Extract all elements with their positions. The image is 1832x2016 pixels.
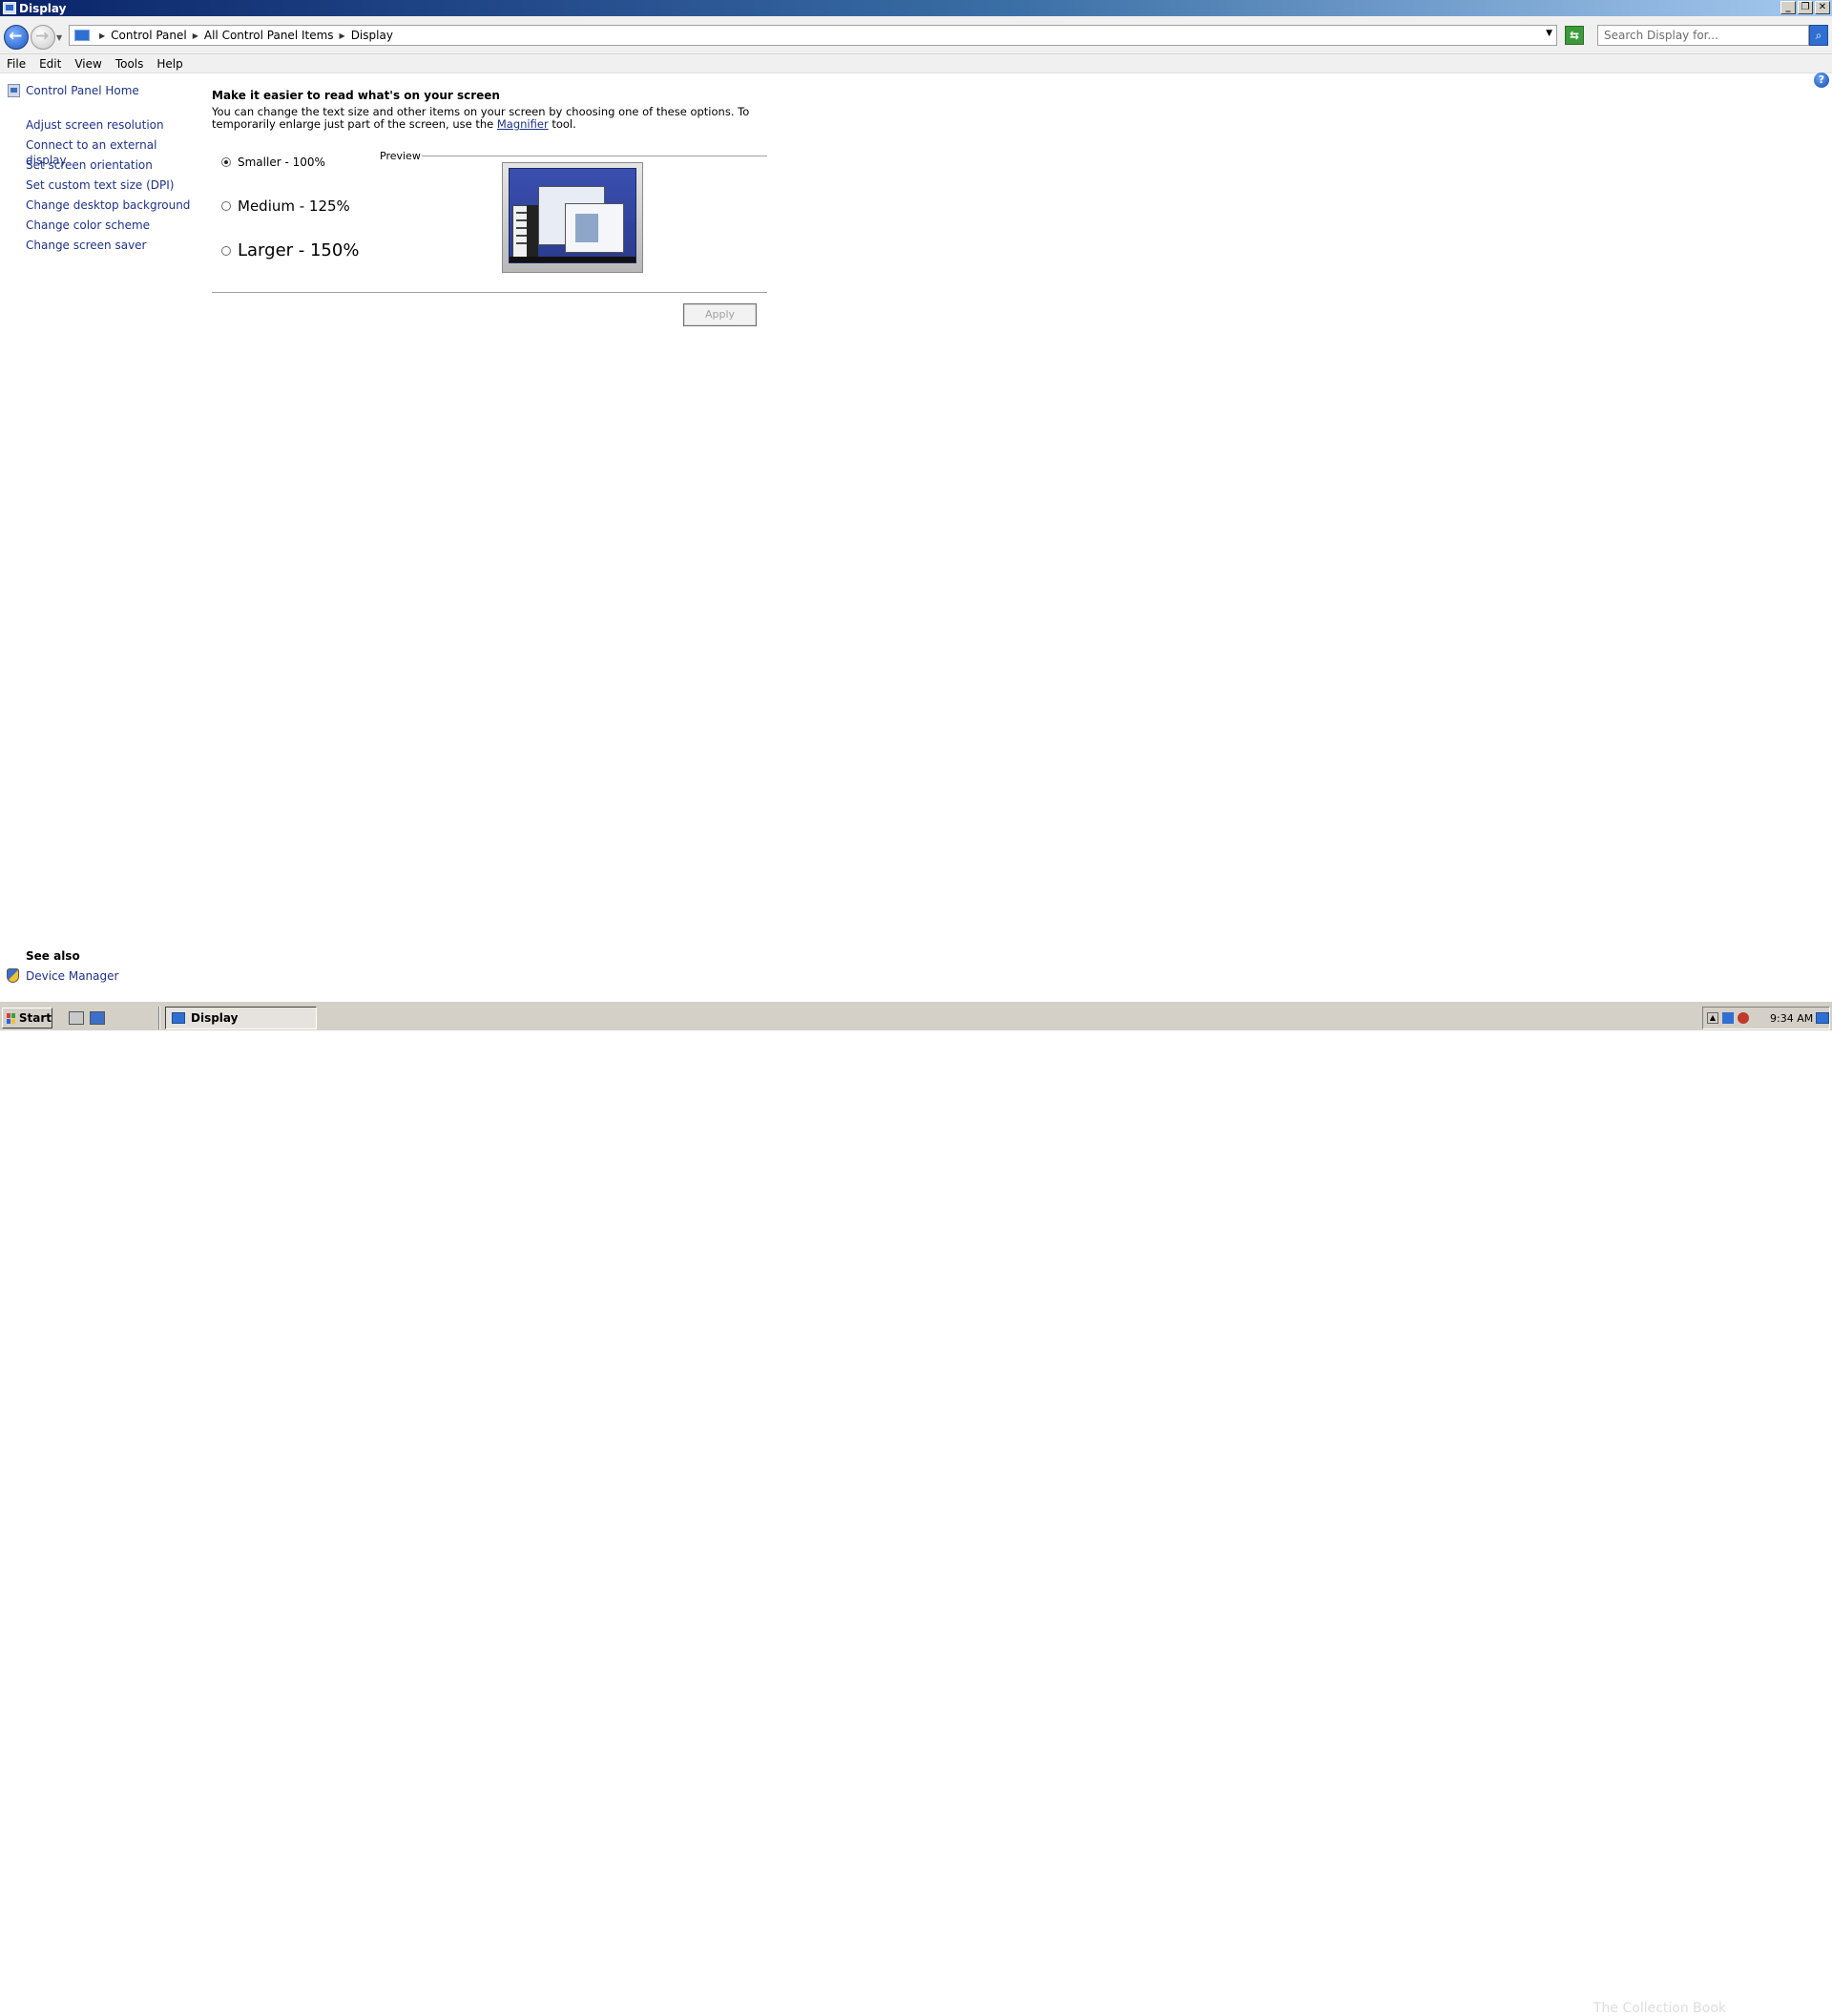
- breadcrumb-control-panel[interactable]: Control Panel: [111, 29, 187, 42]
- page-description: You can change the text size and other i…: [212, 106, 765, 131]
- option-smaller-label[interactable]: Smaller - 100%: [238, 156, 325, 169]
- control-panel-icon: [74, 30, 90, 41]
- menu-edit[interactable]: Edit: [32, 57, 68, 71]
- start-label: Start: [18, 1011, 52, 1025]
- task-adjust-resolution[interactable]: Adjust screen resolution: [26, 117, 200, 137]
- radio-larger[interactable]: [221, 245, 231, 256]
- windows-logo-icon: [7, 1012, 15, 1024]
- task-change-screen-saver[interactable]: Change screen saver: [26, 238, 200, 258]
- radio-medium[interactable]: [221, 201, 231, 211]
- display-app-icon: [172, 1012, 185, 1024]
- preview-window-pane: [575, 214, 598, 242]
- option-smaller[interactable]: Smaller - 100%: [221, 156, 325, 169]
- window-title-bar[interactable]: Display _ ❐ ✕: [0, 0, 1832, 16]
- page-title: Make it easier to read what's on your sc…: [212, 89, 500, 102]
- minimize-button[interactable]: _: [1780, 1, 1796, 14]
- address-bar[interactable]: ▶ Control Panel ▶ All Control Panel Item…: [69, 25, 1557, 46]
- menu-tools[interactable]: Tools: [109, 57, 151, 71]
- search-input[interactable]: Search Display for...: [1597, 25, 1809, 46]
- preview-taskbar: [510, 257, 635, 262]
- magnifier-link[interactable]: Magnifier: [497, 117, 549, 131]
- taskbar-button-display[interactable]: Display: [165, 1007, 317, 1029]
- taskbar: Start Display The Collection Book ▲ 9:34…: [0, 1001, 1832, 2016]
- option-medium-label[interactable]: Medium - 125%: [238, 197, 350, 215]
- preview-window: [565, 203, 624, 253]
- chevron-right-icon[interactable]: ▶: [193, 31, 198, 40]
- menu-file[interactable]: File: [0, 57, 32, 71]
- apply-button[interactable]: Apply: [683, 303, 757, 326]
- control-panel-icon: [8, 84, 20, 97]
- breadcrumb-display[interactable]: Display: [351, 29, 393, 42]
- control-panel-home-label[interactable]: Control Panel Home: [26, 84, 139, 97]
- chevron-right-icon[interactable]: ▶: [99, 31, 105, 40]
- task-change-background[interactable]: Change desktop background: [26, 197, 200, 218]
- device-manager-link[interactable]: Device Manager: [7, 968, 118, 983]
- back-arrow-icon[interactable]: [4, 25, 29, 50]
- radio-smaller[interactable]: [221, 157, 231, 167]
- recent-pages-chevron-icon[interactable]: ▼: [56, 33, 62, 42]
- option-medium[interactable]: Medium - 125%: [221, 197, 350, 215]
- volume-icon[interactable]: [1738, 1012, 1749, 1024]
- restore-button[interactable]: ❐: [1798, 1, 1813, 14]
- network-icon[interactable]: [1722, 1012, 1734, 1024]
- task-connect-external-display[interactable]: Connect to an external display: [26, 137, 200, 167]
- device-manager-label[interactable]: Device Manager: [26, 969, 118, 983]
- chevron-right-icon[interactable]: ▶: [340, 31, 345, 40]
- control-panel-home-link[interactable]: Control Panel Home: [8, 84, 139, 97]
- preview-image: [502, 162, 643, 273]
- task-set-orientation[interactable]: Set screen orientation: [26, 157, 200, 177]
- task-custom-text-size[interactable]: Set custom text size (DPI): [26, 177, 200, 197]
- powershell-icon[interactable]: [90, 1011, 105, 1025]
- breadcrumb-all-items[interactable]: All Control Panel Items: [204, 29, 334, 42]
- start-button[interactable]: Start: [2, 1008, 52, 1029]
- menu-bar: File Edit View Tools Help: [0, 54, 1832, 73]
- search-icon[interactable]: ⌕: [1809, 25, 1828, 46]
- window-controls: _ ❐ ✕: [1780, 1, 1830, 14]
- taskbar-separator: [158, 1007, 160, 1029]
- watermark-text: The Collection Book: [1593, 2001, 1727, 2016]
- refresh-icon[interactable]: ⇆: [1565, 26, 1584, 45]
- option-larger-label[interactable]: Larger - 150%: [238, 240, 359, 260]
- see-also-heading: See also: [26, 949, 80, 963]
- tasks-pane: Control Panel Home Adjust screen resolut…: [0, 73, 200, 1001]
- shield-icon: [7, 968, 19, 983]
- display-app-icon: [3, 2, 16, 14]
- show-hidden-icons-icon[interactable]: ▲: [1707, 1012, 1718, 1024]
- task-list: Adjust screen resolution Connect to an e…: [26, 117, 200, 258]
- clock[interactable]: 9:34 AM: [1770, 1012, 1813, 1025]
- address-toolbar: ▼ ▶ Control Panel ▶ All Control Panel It…: [0, 16, 1832, 54]
- description-text-end: tool.: [548, 117, 576, 131]
- task-change-color-scheme[interactable]: Change color scheme: [26, 218, 200, 238]
- close-button[interactable]: ✕: [1815, 1, 1830, 14]
- preview-start-menu-right: [527, 205, 538, 259]
- system-tray: ▲ 9:34 AM: [1702, 1007, 1830, 1029]
- address-dropdown-icon[interactable]: ▼: [1546, 29, 1552, 38]
- description-text: You can change the text size and other i…: [212, 105, 750, 131]
- menu-view[interactable]: View: [68, 57, 108, 71]
- forward-arrow-icon[interactable]: [31, 25, 55, 50]
- window-title: Display: [19, 1, 67, 15]
- server-manager-icon[interactable]: [69, 1011, 84, 1025]
- taskbar-button-label: Display: [191, 1011, 239, 1025]
- help-icon[interactable]: ?: [1814, 73, 1829, 88]
- preview-label: Preview: [380, 150, 421, 162]
- menu-help[interactable]: Help: [150, 57, 189, 71]
- show-desktop-icon[interactable]: [1816, 1012, 1829, 1024]
- section-divider: [212, 292, 767, 293]
- option-larger[interactable]: Larger - 150%: [221, 240, 359, 260]
- preview-screen: [509, 168, 636, 263]
